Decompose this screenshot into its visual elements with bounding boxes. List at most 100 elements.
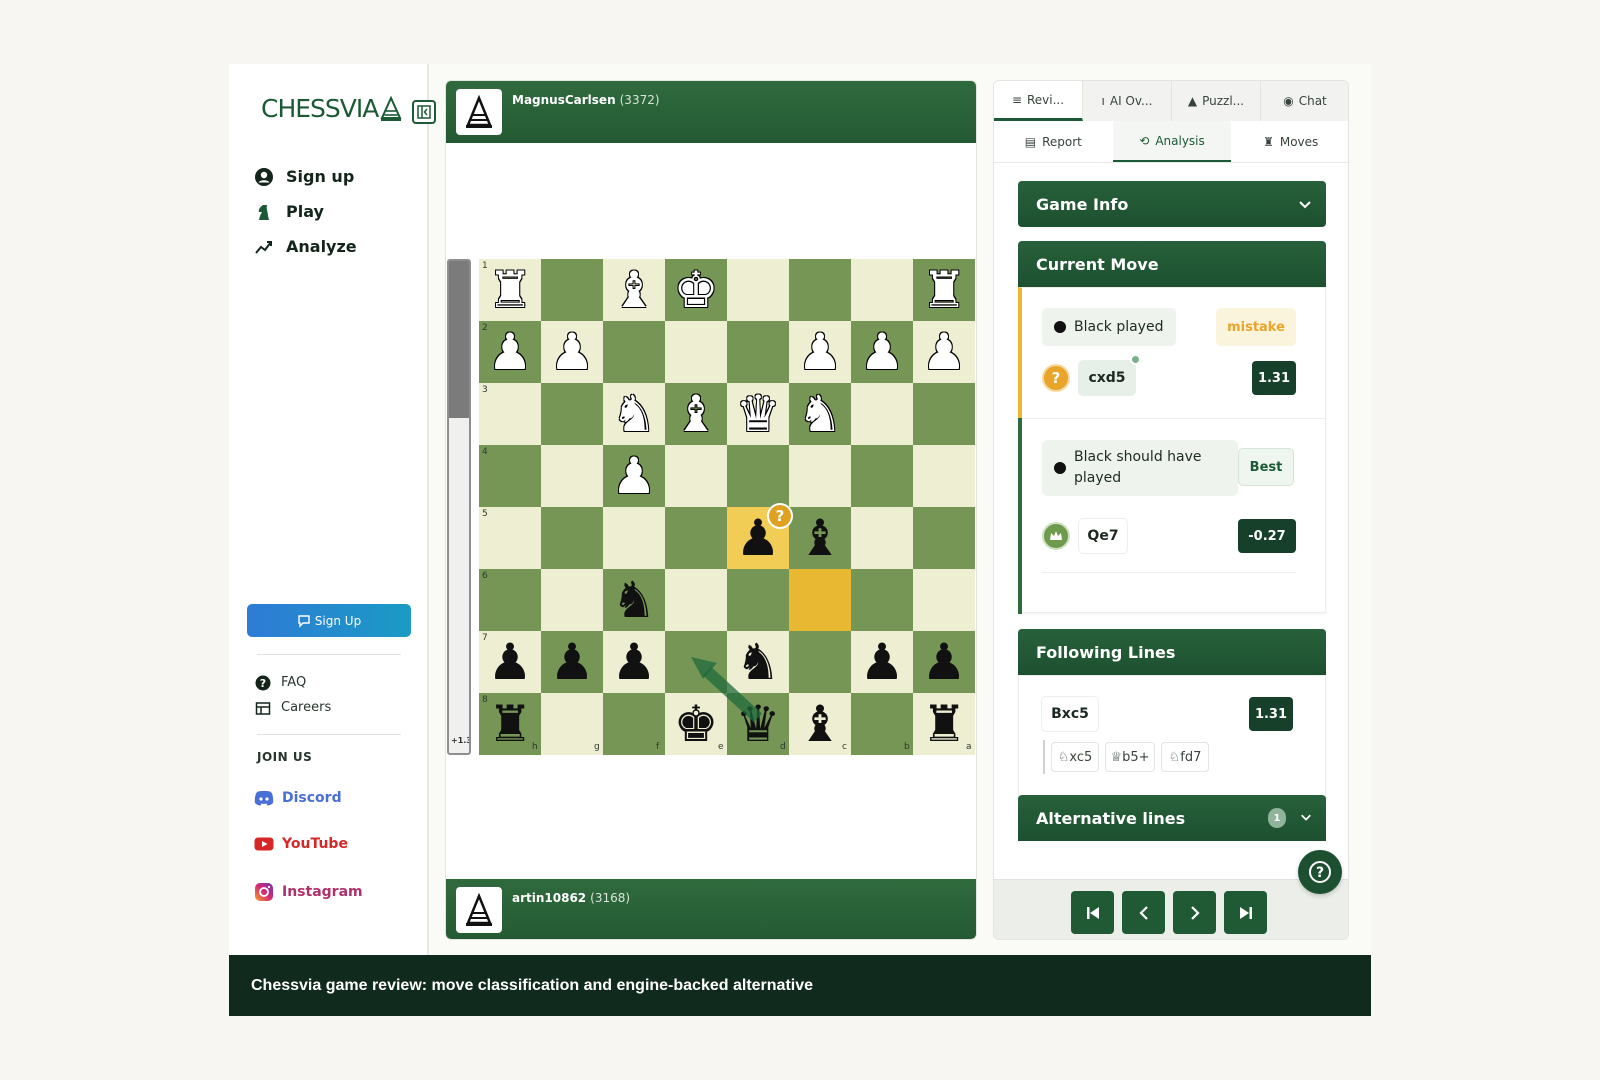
- continuation-move[interactable]: ♘xc5: [1051, 742, 1099, 772]
- first-move-button[interactable]: [1071, 891, 1114, 934]
- board-square[interactable]: [851, 569, 913, 631]
- alternative-lines-header[interactable]: Alternative lines 1: [1018, 795, 1326, 841]
- subtab-moves[interactable]: ♜ Moves: [1231, 121, 1348, 162]
- board-square[interactable]: [603, 507, 665, 569]
- black-pawn-piece[interactable]: ♟: [851, 631, 913, 693]
- board-square[interactable]: [913, 569, 975, 631]
- divider: [1022, 418, 1326, 419]
- faq-link[interactable]: ? FAQ: [255, 670, 331, 695]
- main-line-move[interactable]: Bxc5: [1041, 696, 1099, 732]
- white-bishop-piece[interactable]: ♝: [603, 259, 665, 321]
- board-square[interactable]: [913, 383, 975, 445]
- game-info-header[interactable]: Game Info: [1018, 181, 1326, 227]
- continuation-move[interactable]: ♕b5+: [1105, 742, 1155, 772]
- signup-cta-button[interactable]: Sign Up: [247, 604, 411, 637]
- played-move-chip[interactable]: cxd5: [1078, 360, 1136, 396]
- board-square[interactable]: [913, 445, 975, 507]
- bottom-player-name[interactable]: artin10862 (3168): [512, 891, 630, 905]
- board-square[interactable]: [479, 445, 541, 507]
- board-square[interactable]: [479, 507, 541, 569]
- help-button[interactable]: ?: [1298, 850, 1342, 894]
- white-pawn-piece[interactable]: ♟: [479, 321, 541, 383]
- chessboard[interactable]: 1 2 3 4 5 6 7 8 h g f e d c b a ♜ ♝ ♚ ♜ ♟ ♟ ♟ ♟ ♟ ♞ ♝ ♛ ♞ ♟ ♟ ♝ ♞ ♟ ♟ ♟ ♞ ♟ ♟ ♜…: [479, 259, 975, 755]
- tab-0[interactable]: ≡ Revi...: [994, 81, 1083, 121]
- black-pawn-piece[interactable]: ♟: [479, 631, 541, 693]
- board-square[interactable]: [727, 445, 789, 507]
- white-king-piece[interactable]: ♚: [665, 259, 727, 321]
- bottom-player-avatar[interactable]: [456, 887, 502, 933]
- board-square[interactable]: [541, 445, 603, 507]
- collapse-sidebar-button[interactable]: [412, 100, 436, 124]
- black-pawn-piece[interactable]: ♟: [603, 631, 665, 693]
- board-square[interactable]: [851, 259, 913, 321]
- white-rook-piece[interactable]: ♜: [913, 259, 975, 321]
- top-player-avatar[interactable]: [456, 89, 502, 135]
- black-knight-piece[interactable]: ♞: [727, 631, 789, 693]
- board-square[interactable]: [541, 569, 603, 631]
- careers-link[interactable]: Careers: [255, 695, 331, 720]
- subtab-report[interactable]: ▤ Report: [994, 121, 1113, 162]
- board-square[interactable]: [665, 507, 727, 569]
- black-rook-piece[interactable]: ♜: [913, 693, 975, 755]
- logo[interactable]: CHESSVIA: [261, 94, 402, 123]
- tab-1[interactable]: ı AI Ov...: [1083, 81, 1172, 121]
- careers-label: Careers: [281, 700, 332, 715]
- evaluation-bar-black-fill: [449, 261, 469, 419]
- white-bishop-piece[interactable]: ♝: [665, 383, 727, 445]
- board-square[interactable]: [541, 383, 603, 445]
- board-square[interactable]: [727, 321, 789, 383]
- board-square[interactable]: [479, 383, 541, 445]
- best-move-chip[interactable]: Qe7: [1078, 518, 1128, 554]
- board-square[interactable]: [541, 259, 603, 321]
- board-square[interactable]: [603, 321, 665, 383]
- board-square[interactable]: [727, 569, 789, 631]
- nav-analyze[interactable]: Analyze: [254, 229, 357, 264]
- top-player-name[interactable]: MagnusCarlsen (3372): [512, 93, 660, 107]
- discord-link[interactable]: Discord: [254, 790, 342, 806]
- white-pawn-piece[interactable]: ♟: [603, 445, 665, 507]
- board-square[interactable]: [851, 383, 913, 445]
- board-square[interactable]: [541, 507, 603, 569]
- board-square[interactable]: [665, 631, 727, 693]
- previous-move-button[interactable]: [1122, 891, 1165, 934]
- next-move-button[interactable]: [1173, 891, 1216, 934]
- black-queen-piece[interactable]: ♛: [727, 693, 789, 755]
- tab-3[interactable]: ◉ Chat: [1261, 81, 1348, 121]
- board-square[interactable]: [789, 569, 851, 631]
- board-square[interactable]: [851, 445, 913, 507]
- board-square[interactable]: [851, 507, 913, 569]
- subtab-analysis[interactable]: ⟲ Analysis: [1112, 121, 1232, 162]
- white-pawn-piece[interactable]: ♟: [541, 321, 603, 383]
- black-pawn-piece[interactable]: ♟: [541, 631, 603, 693]
- black-king-piece[interactable]: ♚: [665, 693, 727, 755]
- white-rook-piece[interactable]: ♜: [479, 259, 541, 321]
- last-move-button[interactable]: [1224, 891, 1267, 934]
- black-knight-piece[interactable]: ♞: [603, 569, 665, 631]
- white-knight-piece[interactable]: ♞: [789, 383, 851, 445]
- black-bishop-piece[interactable]: ♝: [789, 693, 851, 755]
- board-square[interactable]: [789, 259, 851, 321]
- board-square[interactable]: [665, 569, 727, 631]
- nav-play[interactable]: Play: [254, 194, 357, 229]
- black-pawn-piece[interactable]: ♟: [913, 631, 975, 693]
- board-square[interactable]: [727, 259, 789, 321]
- tab-2[interactable]: ▲ Puzzl...: [1172, 81, 1261, 121]
- board-square[interactable]: [479, 569, 541, 631]
- continuation-move[interactable]: ♘fd7: [1161, 742, 1209, 772]
- board-square[interactable]: [665, 321, 727, 383]
- nav-signup[interactable]: Sign up: [254, 159, 357, 194]
- white-pawn-piece[interactable]: ♟: [913, 321, 975, 383]
- board-square[interactable]: [665, 445, 727, 507]
- white-queen-piece[interactable]: ♛: [727, 383, 789, 445]
- black-bishop-piece[interactable]: ♝: [789, 507, 851, 569]
- crown-icon: [1050, 531, 1062, 540]
- black-rook-piece[interactable]: ♜: [479, 693, 541, 755]
- youtube-link[interactable]: YouTube: [254, 836, 348, 852]
- white-knight-piece[interactable]: ♞: [603, 383, 665, 445]
- instagram-link[interactable]: Instagram: [254, 882, 363, 902]
- board-square[interactable]: [913, 507, 975, 569]
- board-square[interactable]: [789, 445, 851, 507]
- white-pawn-piece[interactable]: ♟: [851, 321, 913, 383]
- white-pawn-piece[interactable]: ♟: [789, 321, 851, 383]
- board-square[interactable]: [789, 631, 851, 693]
